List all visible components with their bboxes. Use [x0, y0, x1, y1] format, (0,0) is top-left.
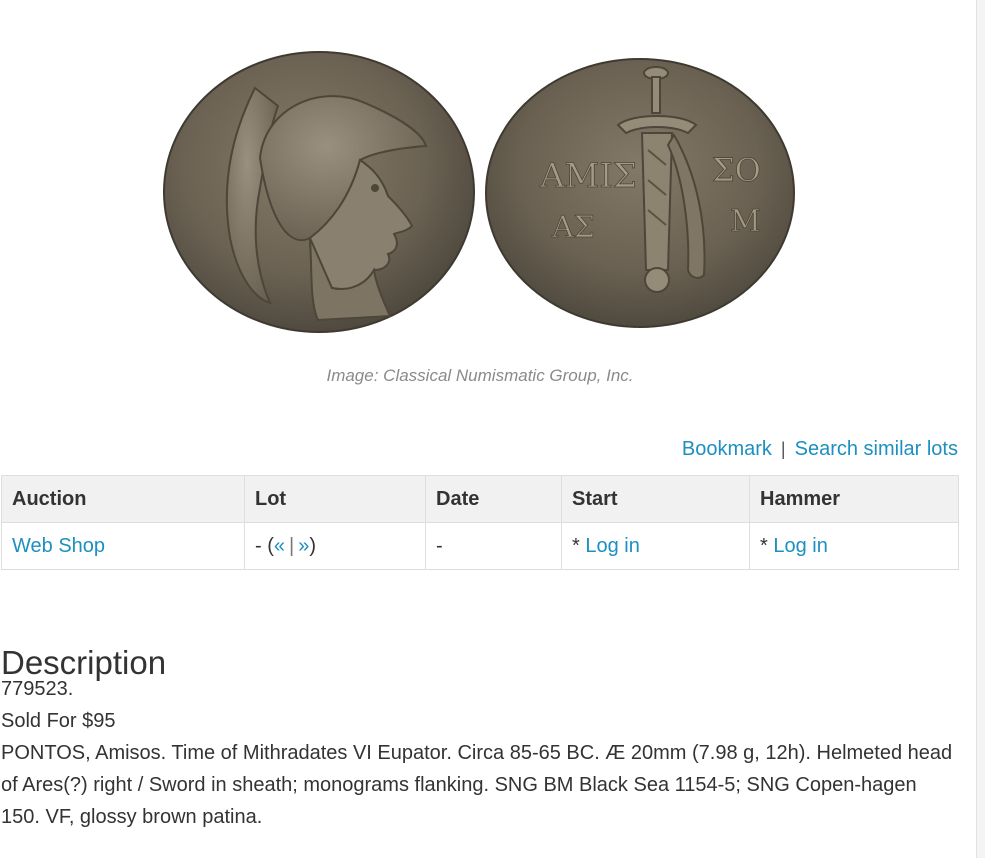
hammer-login-link[interactable]: Log in: [773, 535, 828, 557]
start-cell: * Log in: [561, 522, 750, 570]
previous-lot-link[interactable]: «: [274, 535, 285, 557]
bookmark-link[interactable]: Bookmark: [682, 438, 772, 460]
lot-actions: Bookmark | Search similar lots: [682, 438, 958, 461]
auction-cell: Web Shop: [1, 522, 245, 570]
image-caption: Image: Classical Numismatic Group, Inc.: [326, 366, 634, 385]
sold-price-text: Sold For $95: [1, 710, 116, 732]
actions-separator: |: [780, 439, 786, 459]
description-text: PONTOS, Amisos. Time of Mithradates VI E…: [1, 742, 953, 828]
lot-nav-separator: |: [289, 534, 295, 557]
table-header-row: Auction Lot Date Start Hammer: [1, 475, 959, 523]
hammer-prefix: *: [760, 534, 774, 557]
hammer-cell: * Log in: [749, 522, 959, 570]
coin-reverse-image: ΑΜΙΣ ΑΣ ΣΟ Μ: [485, 58, 795, 328]
column-header-date: Date: [425, 475, 562, 523]
coin-inscription-left-bottom: ΑΣ: [551, 210, 595, 245]
date-cell: -: [425, 522, 562, 570]
coin-inscription-left-top: ΑΜΙΣ: [539, 156, 637, 196]
search-similar-lots-link[interactable]: Search similar lots: [795, 438, 958, 460]
page-scrollbar[interactable]: [976, 0, 985, 858]
column-header-auction: Auction: [1, 475, 245, 523]
coin-image: ΑΜΙΣ ΑΣ ΣΟ Μ: [0, 0, 960, 340]
coin-inscription-right-bottom: Μ: [730, 204, 761, 239]
lot-cell: - (« |»): [244, 522, 426, 570]
start-prefix: *: [572, 534, 586, 557]
lot-prefix: - (: [255, 534, 274, 557]
web-shop-link[interactable]: Web Shop: [12, 535, 105, 557]
coin-inscription-right-top: ΣΟ: [712, 151, 761, 189]
column-header-lot: Lot: [244, 475, 426, 523]
coin-obverse-image: [163, 51, 475, 333]
lot-table: Auction Lot Date Start Hammer Web Shop -…: [1, 475, 959, 570]
start-login-link[interactable]: Log in: [585, 535, 640, 557]
column-header-start: Start: [561, 475, 750, 523]
next-lot-link[interactable]: »: [298, 535, 309, 557]
lot-id-text: 779523.: [1, 678, 74, 700]
table-row: Web Shop - (« |») - * Log in * Log in: [1, 522, 959, 570]
lot-suffix: ): [309, 534, 317, 557]
column-header-hammer: Hammer: [749, 475, 959, 523]
